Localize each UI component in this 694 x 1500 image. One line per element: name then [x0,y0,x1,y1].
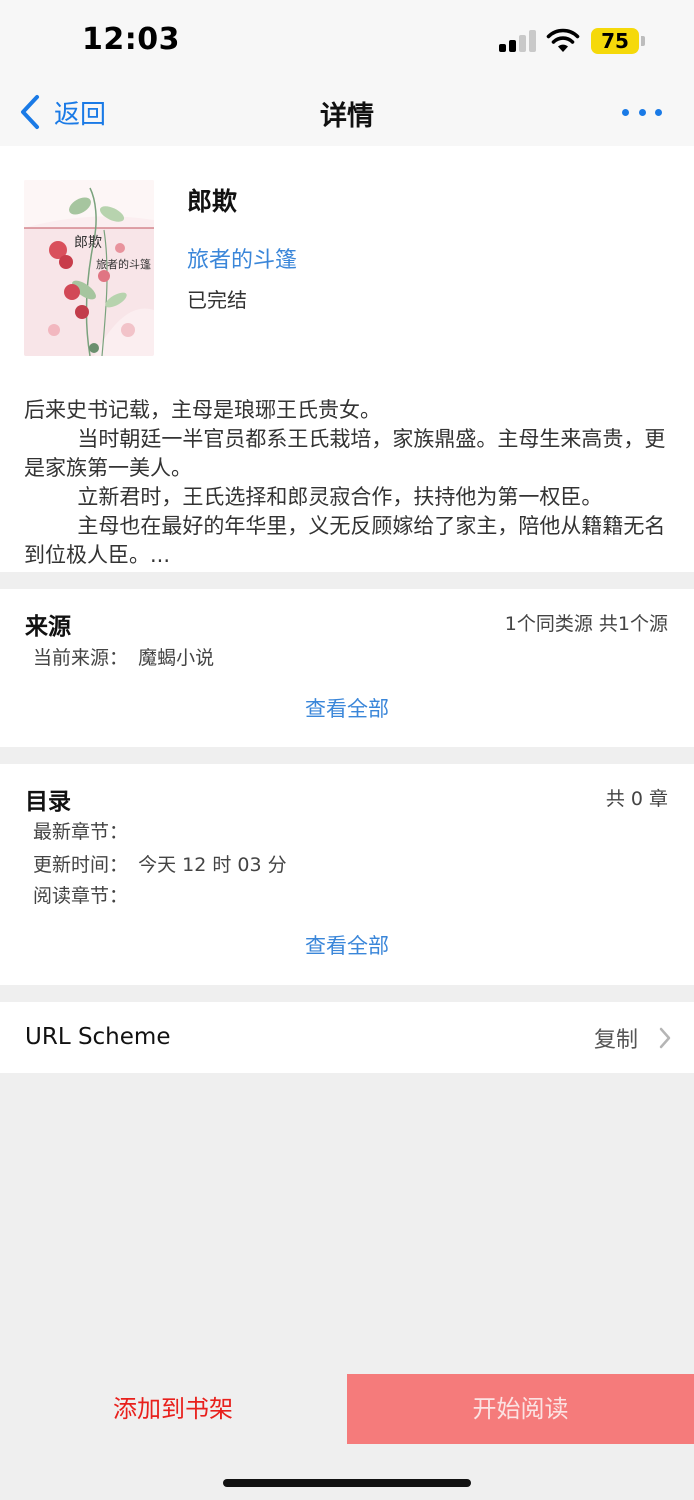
copy-button[interactable]: 复制 [594,1022,672,1054]
current-source-value: 魔蝎小说 [138,647,215,669]
dot-icon [638,108,646,116]
status-bar: 12:03 75 [0,0,694,80]
book-author-link[interactable]: 旅者的斗篷 [187,242,297,274]
page-title: 详情 [320,101,374,132]
source-summary: 1个同类源 共1个源 [504,613,668,635]
book-intro: 后来史书记载，主母是琅琊王氏贵女。 当时朝廷一半官员都系王氏栽培，家族鼎盛。主母… [24,398,666,567]
updated-time-row: 更新时间： 今天 12 时 03 分 [33,850,287,877]
navigation-bar: 返回 详情 [0,80,694,146]
source-title: 来源 [25,614,71,640]
reading-chapter-row: 阅读章节： [33,881,132,908]
source-section: 来源 1个同类源 共1个源 当前来源： 魔蝎小说 查看全部 [0,589,694,747]
url-scheme-label: URL Scheme [25,1024,171,1050]
book-title: 郎欺 [187,187,238,216]
battery-icon: 75 [591,28,639,54]
updated-time-label: 更新时间： [33,854,129,876]
start-reading-button[interactable]: 开始阅读 [347,1374,694,1444]
status-time: 12:03 [82,22,180,57]
updated-time-value: 今天 12 时 03 分 [138,854,287,876]
toc-view-all-link[interactable]: 查看全部 [0,930,694,960]
book-info-card: 郎欺 旅者的斗篷 郎欺 旅者的斗篷 已完结 后来史书记载，主母是琅琊王氏贵女。 … [0,146,694,572]
cover-title: 郎欺 [74,235,102,251]
dot-icon [622,108,629,116]
cover-author: 旅者的斗篷 [96,258,151,271]
copy-label: 复制 [593,1028,638,1053]
toc-title: 目录 [25,789,71,815]
dot-icon [655,108,662,116]
book-status: 已完结 [187,288,247,312]
book-cover[interactable]: 郎欺 旅者的斗篷 [24,180,154,356]
home-indicator [223,1479,471,1487]
source-view-all-link[interactable]: 查看全部 [0,693,694,723]
latest-chapter-label: 最新章节： [33,821,129,843]
chevron-right-icon [659,1027,671,1049]
current-source-row: 当前来源： 魔蝎小说 [33,643,214,670]
toc-section: 目录 共 0 章 最新章节： 更新时间： 今天 12 时 03 分 阅读章节： … [0,764,694,985]
battery-tip [641,36,645,46]
toc-count: 共 0 章 [605,788,668,810]
current-source-label: 当前来源： [33,647,129,669]
url-scheme-row[interactable]: URL Scheme 复制 [0,1002,694,1073]
wifi-icon [546,28,580,52]
more-options-button[interactable] [622,102,662,122]
reading-chapter-label: 阅读章节： [33,885,129,907]
cellular-signal-icon [499,30,537,52]
latest-chapter-row: 最新章节： [33,817,132,844]
add-to-shelf-button[interactable]: 添加到书架 [0,1374,346,1444]
